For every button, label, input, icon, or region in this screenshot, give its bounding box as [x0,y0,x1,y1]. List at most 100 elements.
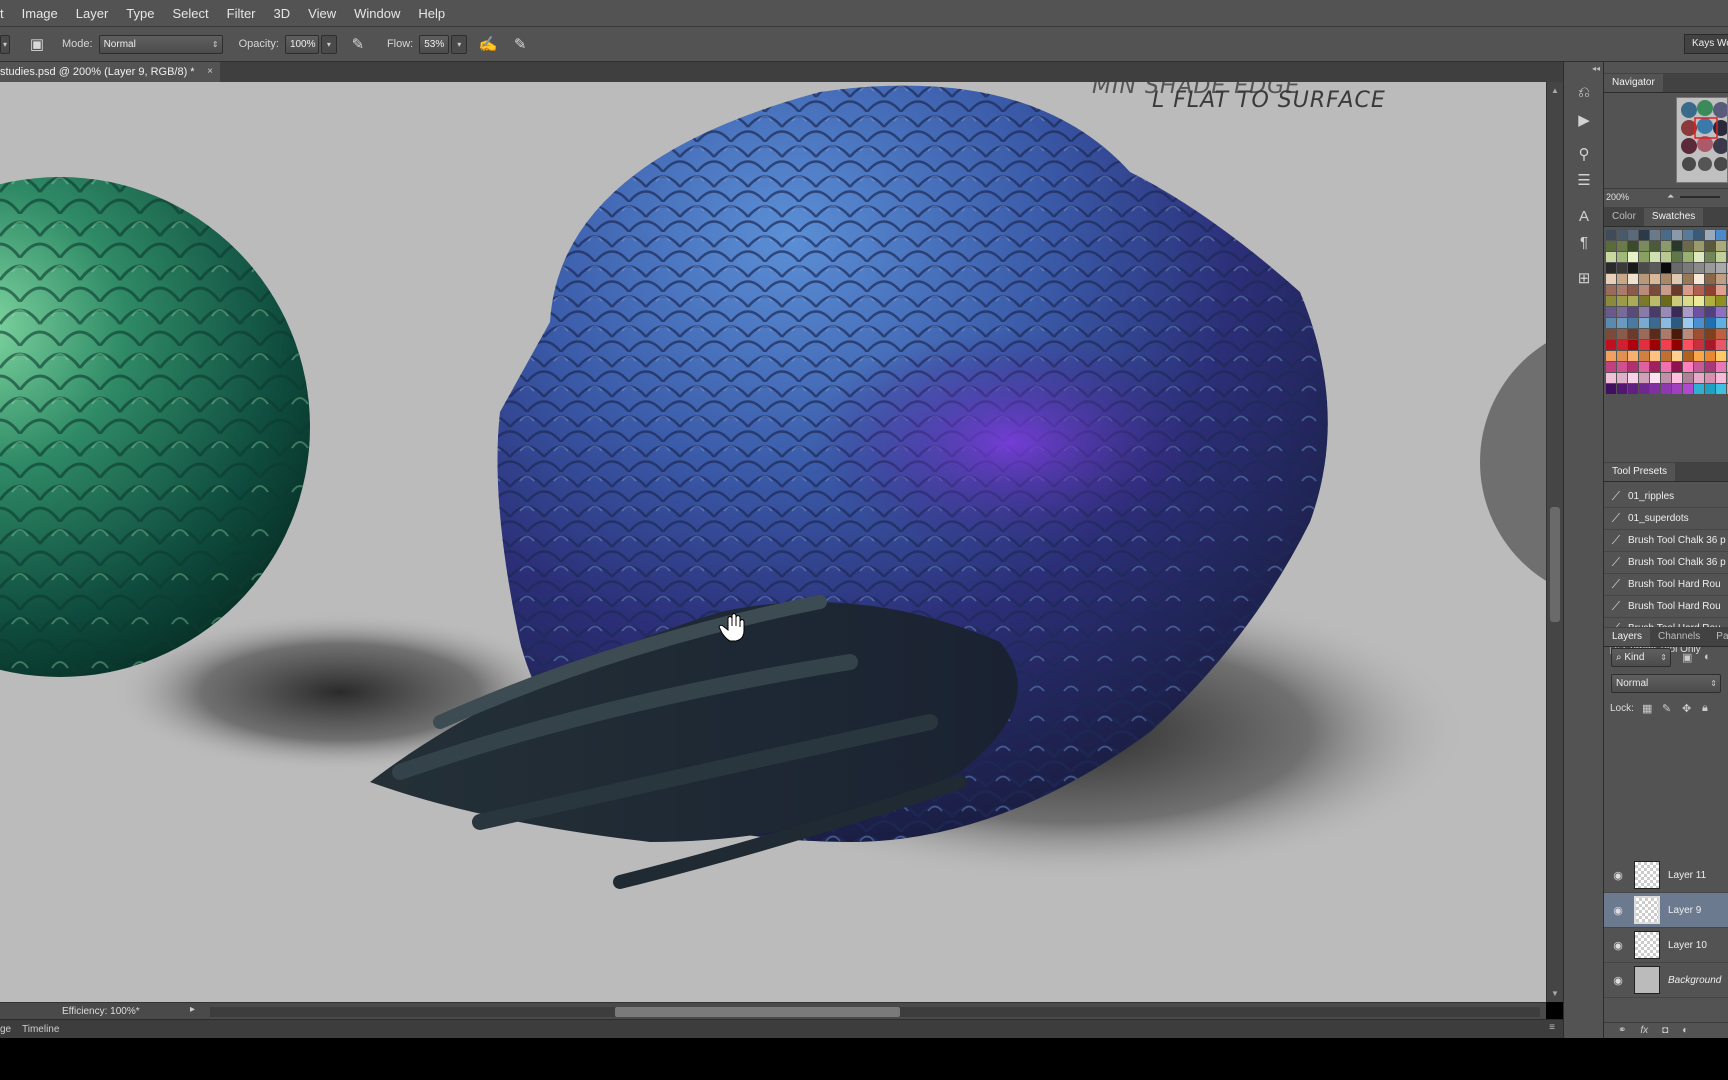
swatch[interactable] [1639,252,1649,262]
swatch[interactable] [1661,318,1671,328]
swatch[interactable] [1639,384,1649,394]
layer-row-selected[interactable]: ◉ Layer 9 [1604,893,1728,928]
swatch[interactable] [1683,274,1693,284]
swatch[interactable] [1650,230,1660,240]
swatch[interactable] [1672,318,1682,328]
swatch[interactable] [1617,274,1627,284]
lock-transparency-icon[interactable]: ▦ [1642,702,1652,715]
swatch[interactable] [1716,263,1726,273]
swatch[interactable] [1606,329,1616,339]
swatch[interactable] [1705,329,1715,339]
swatch[interactable] [1661,373,1671,383]
swatch[interactable] [1650,351,1660,361]
swatch[interactable] [1628,263,1638,273]
blend-mode-dropdown[interactable]: Normal ⇕ [1611,674,1721,693]
layer-filter-kind-dropdown[interactable]: ⌕ Kind ⇕ [1611,648,1671,667]
swatch[interactable] [1628,274,1638,284]
swatch[interactable] [1683,318,1693,328]
swatch[interactable] [1705,373,1715,383]
swatch[interactable] [1672,263,1682,273]
swatch[interactable] [1661,296,1671,306]
swatch[interactable] [1672,362,1682,372]
horizontal-scrollbar[interactable] [210,1007,1540,1017]
swatch[interactable] [1606,340,1616,350]
zoom-out-icon[interactable]: ⏶ [1667,191,1674,202]
close-tab-icon[interactable]: × [207,62,213,82]
swatch[interactable] [1639,373,1649,383]
swatch[interactable] [1716,373,1726,383]
swatch[interactable] [1661,252,1671,262]
tab-tool-presets[interactable]: Tool Presets [1604,463,1676,481]
swatches-grid[interactable] [1606,230,1728,476]
preset-item[interactable]: ⟋ 01_ripples [1604,486,1728,508]
swatch[interactable] [1694,318,1704,328]
layer-row[interactable]: ◉ Layer 10 [1604,928,1728,963]
swatch[interactable] [1650,329,1660,339]
swatch[interactable] [1606,263,1616,273]
tab-layers[interactable]: Layers [1604,628,1651,646]
opacity-slider-arrow[interactable]: ▾ [320,34,337,54]
swatch[interactable] [1705,252,1715,262]
swatch[interactable] [1694,340,1704,350]
swatch[interactable] [1628,351,1638,361]
swatch[interactable] [1650,384,1660,394]
filter-adjustment-icon[interactable]: ◐ [1704,651,1711,663]
swatch[interactable] [1672,307,1682,317]
navigator-zoom-value[interactable]: 200% [1606,192,1629,202]
swatch[interactable] [1683,329,1693,339]
horizontal-scroll-thumb[interactable] [615,1007,900,1017]
add-mask-icon[interactable]: ◘ [1662,1025,1668,1036]
tab-paths[interactable]: Path [1708,628,1728,646]
flow-field[interactable]: 53% [419,34,450,54]
swatch[interactable] [1661,351,1671,361]
swatch[interactable] [1606,285,1616,295]
swatch[interactable] [1628,307,1638,317]
swatch[interactable] [1672,241,1682,251]
efficiency-readout[interactable]: Efficiency: 100%* [62,1006,140,1017]
swatch[interactable] [1617,329,1627,339]
swatch[interactable] [1650,318,1660,328]
swatch[interactable] [1617,362,1627,372]
swatch[interactable] [1716,252,1726,262]
swatch[interactable] [1716,329,1726,339]
swatch[interactable] [1705,340,1715,350]
panel-menu-icon[interactable]: ≡ [1549,1022,1555,1033]
zoom-slider[interactable] [1680,195,1721,198]
swatch[interactable] [1683,263,1693,273]
swatch[interactable] [1606,307,1616,317]
preset-item[interactable]: ⟋ 01_superdots [1604,508,1728,530]
swatch[interactable] [1694,362,1704,372]
swatch[interactable] [1639,296,1649,306]
history-icon[interactable]: ⎌ [1572,82,1596,104]
swatch[interactable] [1617,285,1627,295]
swatch[interactable] [1650,340,1660,350]
swatch[interactable] [1628,384,1638,394]
tab-color[interactable]: Color [1604,208,1644,226]
swatch[interactable] [1661,274,1671,284]
tab-swatches[interactable]: Swatches [1643,208,1704,226]
pressure-size-icon[interactable]: ✎ [509,33,531,55]
swatch[interactable] [1705,384,1715,394]
swatch[interactable] [1694,285,1704,295]
preset-item[interactable]: ⟋ Brush Tool Chalk 36 p [1604,530,1728,552]
swatch[interactable] [1716,340,1726,350]
vertical-scrollbar[interactable]: ▲ ▼ [1546,82,1563,1002]
pressure-opacity-icon[interactable]: ✎ [347,33,369,55]
swatch[interactable] [1672,340,1682,350]
flow-slider-arrow[interactable]: ▾ [451,34,468,54]
swatch[interactable] [1683,373,1693,383]
menu-type[interactable]: Type [117,0,163,27]
swatch[interactable] [1705,274,1715,284]
new-adjustment-icon[interactable]: ◐ [1682,1025,1688,1036]
swatch[interactable] [1683,285,1693,295]
link-layers-icon[interactable]: ⚭ [1618,1025,1626,1036]
swatch[interactable] [1694,274,1704,284]
swatch[interactable] [1716,351,1726,361]
swatch[interactable] [1606,296,1616,306]
swatch[interactable] [1716,384,1726,394]
swatch[interactable] [1716,241,1726,251]
swatch[interactable] [1617,252,1627,262]
swatch[interactable] [1617,373,1627,383]
swatch[interactable] [1617,351,1627,361]
brush-settings-icon[interactable]: ☰ [1572,170,1596,192]
